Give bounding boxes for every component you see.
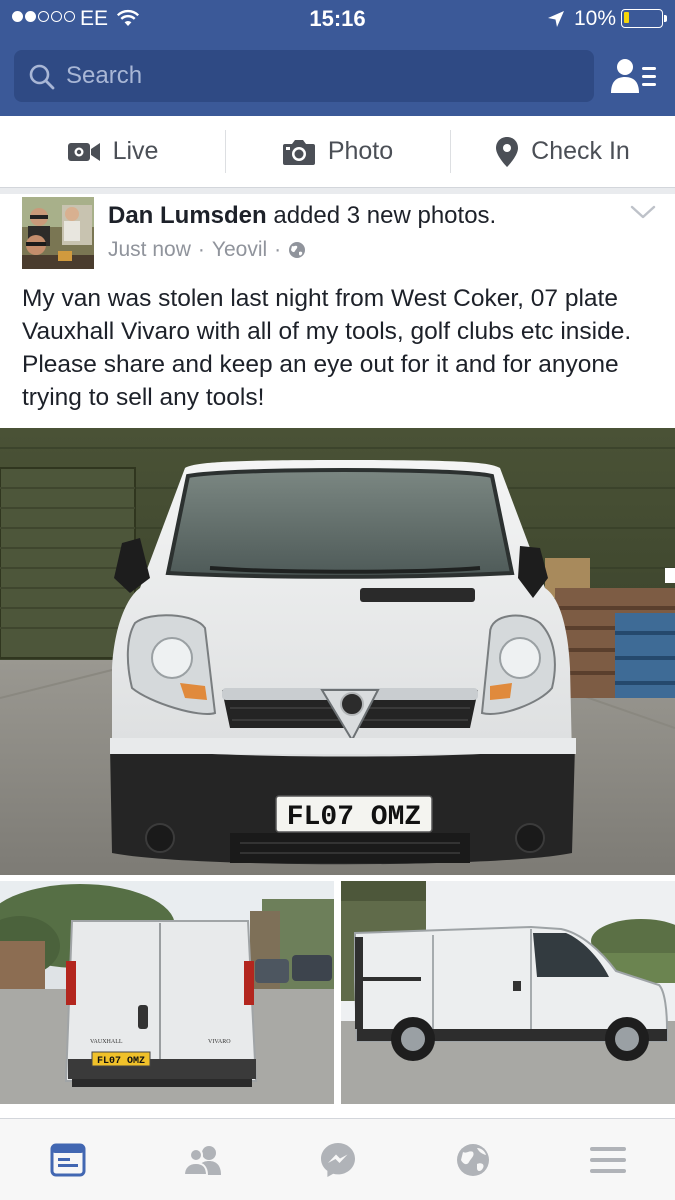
post-header-line: Dan Lumsden added 3 new photos. [108, 202, 496, 230]
post-options-button[interactable] [628, 202, 658, 226]
top-bar: EE 15:16 10% [0, 0, 675, 116]
video-camera-icon [67, 142, 100, 161]
meta-separator: · [197, 238, 205, 261]
post-photo-side[interactable] [341, 881, 675, 1104]
bottom-tab-bar [0, 1118, 675, 1200]
post-message: My van was stolen last night from West C… [22, 285, 632, 411]
rear-number-plate: FL07 OMZ [97, 1056, 145, 1067]
status-bar: EE 15:16 10% [0, 0, 675, 38]
tab-notifications[interactable] [405, 1119, 540, 1200]
public-globe-icon [289, 242, 306, 258]
check-in-label: Check In [531, 137, 630, 165]
friends-list-icon [611, 59, 656, 93]
rear-badge-right: VIVARO [208, 1039, 231, 1045]
post-photo-front[interactable]: FL07 OMZ [0, 428, 675, 875]
friend-requests-icon [182, 1145, 221, 1175]
menu-icon [589, 1146, 626, 1173]
tab-messenger[interactable] [270, 1119, 405, 1200]
post-photo-rear[interactable]: VAUXHALL VIVARO FL07 OMZ [0, 881, 334, 1104]
search-input[interactable] [66, 50, 566, 102]
van-rear-image: VAUXHALL VIVARO FL07 OMZ [0, 881, 334, 1104]
post-meta: Just now · Yeovil · [108, 238, 306, 262]
notifications-globe-icon [456, 1143, 489, 1176]
photo-button[interactable]: Photo [225, 116, 450, 187]
location-arrow-icon [548, 11, 564, 27]
check-in-button[interactable]: Check In [450, 116, 675, 187]
messenger-icon [320, 1142, 355, 1177]
post-location[interactable]: Yeovil [212, 238, 267, 262]
live-button[interactable]: Live [0, 116, 225, 187]
post-action-text: added 3 new photos. [273, 202, 497, 229]
battery-percentage: 10% [574, 7, 617, 30]
author-avatar[interactable] [22, 197, 94, 269]
post-timestamp[interactable]: Just now [108, 238, 191, 262]
camera-icon [282, 139, 315, 165]
search-bar[interactable] [14, 50, 594, 102]
van-front-image: FL07 OMZ [0, 428, 675, 875]
tab-friend-requests[interactable] [135, 1119, 270, 1200]
composer-bar: Live Photo Check In [0, 116, 675, 188]
battery-icon [621, 9, 667, 28]
rear-badge-left: VAUXHALL [90, 1039, 123, 1045]
meta-separator-2: · [274, 238, 282, 261]
author-name[interactable]: Dan Lumsden [108, 202, 267, 229]
photo-label: Photo [327, 137, 394, 165]
friends-list-button[interactable] [604, 52, 664, 100]
chevron-down-icon [630, 205, 656, 219]
search-icon [29, 64, 55, 90]
front-number-plate: FL07 OMZ [287, 802, 421, 833]
tab-menu[interactable] [540, 1119, 675, 1200]
news-feed-icon [50, 1143, 85, 1176]
location-pin-icon [496, 136, 519, 167]
tab-news-feed[interactable] [0, 1119, 135, 1200]
avatar-photo [22, 197, 94, 269]
live-label: Live [112, 137, 159, 165]
feed-divider [0, 188, 675, 194]
van-side-image [341, 881, 675, 1104]
